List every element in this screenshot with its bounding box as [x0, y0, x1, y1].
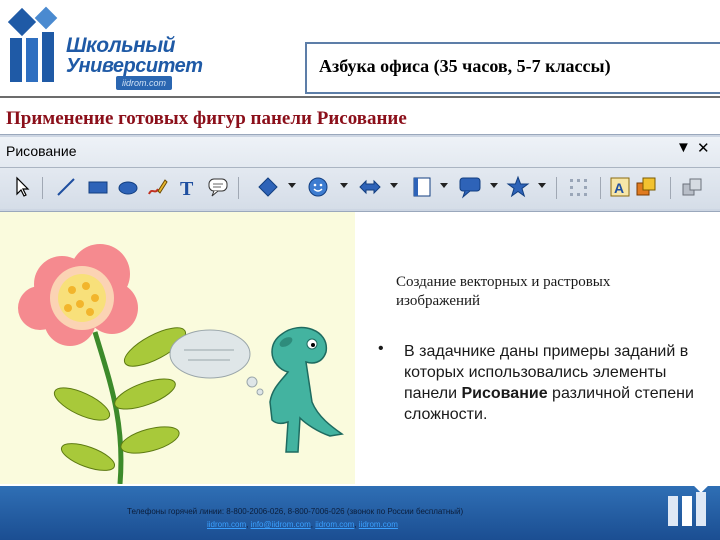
basic-shapes-icon[interactable]: [256, 175, 280, 199]
footer-link-4[interactable]: iidrom.com: [359, 520, 398, 529]
points-icon[interactable]: [566, 175, 590, 199]
bullet-text: В задачнике даны примеры заданий в котор…: [404, 341, 694, 425]
footer-hotline: Телефоны горячей линии: 8-800-2006-026, …: [127, 507, 464, 516]
symbol-shapes-icon[interactable]: [306, 175, 330, 199]
3d-objects-icon[interactable]: [634, 175, 658, 199]
callouts-icon[interactable]: [458, 175, 482, 199]
toolbar-title: Рисование: [6, 143, 77, 159]
slide-title: Применение готовых фигур панели Рисовани…: [6, 108, 407, 129]
course-title-box: Азбука офиса (35 часов, 5-7 классы): [305, 42, 720, 94]
toolbar-close-icon[interactable]: ✕: [697, 139, 710, 157]
footer-link-separator: ,: [310, 520, 313, 529]
toolbar-separator: [238, 177, 239, 199]
block-arrows-icon[interactable]: [358, 175, 382, 199]
callout-icon[interactable]: [206, 175, 230, 199]
oval-icon[interactable]: [116, 175, 140, 199]
logo-url: iidrom.com: [116, 76, 173, 90]
stars-dropdown-chevron-down-icon[interactable]: [538, 183, 546, 188]
line-icon[interactable]: [54, 175, 78, 199]
stars-icon[interactable]: [506, 175, 530, 199]
svg-text:T: T: [180, 178, 194, 199]
drawing-toolbar: Рисование ▼ ✕ T A: [0, 134, 720, 212]
fontwork-icon[interactable]: A: [608, 175, 632, 199]
symbol-shapes-dropdown-chevron-down-icon[interactable]: [340, 183, 348, 188]
bullet-dot: •: [378, 340, 384, 357]
basic-shapes-dropdown-chevron-down-icon[interactable]: [288, 183, 296, 188]
toolbar-separator: [670, 177, 671, 199]
flower-and-dinosaur-illustration: [0, 212, 355, 485]
footer-link-separator: ,: [354, 520, 357, 529]
freeform-icon[interactable]: [146, 175, 170, 199]
block-arrows-dropdown-chevron-down-icon[interactable]: [390, 183, 398, 188]
footer-link-1[interactable]: iidrom.com: [207, 520, 246, 529]
rectangle-icon[interactable]: [86, 175, 110, 199]
logo-mark-icon: [8, 6, 58, 82]
footer-logo-icon: [668, 474, 711, 526]
bullet-text-bold: Рисование: [461, 385, 548, 402]
select-arrow-icon[interactable]: [10, 175, 34, 199]
toolbar-menu-chevron-down-icon[interactable]: ▼: [676, 139, 691, 156]
extrusion-icon[interactable]: [680, 175, 704, 199]
logo-text-line2: Университет: [66, 55, 203, 77]
footer-links: iidrom.com, info@iidrom.com, iidrom.com,…: [207, 520, 398, 529]
toolbar-separator: [600, 177, 601, 199]
toolbar-separator: [42, 177, 43, 199]
flowchart-dropdown-chevron-down-icon[interactable]: [440, 183, 448, 188]
toolbar-separator: [556, 177, 557, 199]
content-heading: Создание векторных и растровых изображен…: [396, 274, 611, 309]
callouts-dropdown-chevron-down-icon[interactable]: [490, 183, 498, 188]
illustration-drawing: [18, 244, 344, 485]
footer-link-2[interactable]: info@iidrom.com: [251, 520, 311, 529]
flowchart-icon[interactable]: [410, 175, 434, 199]
school-university-logo: Школьный Университет iidrom.com: [8, 6, 203, 90]
footer-link-separator: ,: [246, 520, 249, 529]
toolbar-divider: [0, 167, 720, 168]
footer-link-3[interactable]: iidrom.com: [315, 520, 354, 529]
header-divider: [0, 96, 720, 98]
svg-text:A: A: [614, 180, 624, 196]
drawing-toolbar-body: Рисование ▼ ✕ T A: [0, 137, 720, 209]
text-icon[interactable]: T: [176, 175, 200, 199]
course-title: Азбука офиса (35 часов, 5-7 классы): [319, 56, 611, 76]
